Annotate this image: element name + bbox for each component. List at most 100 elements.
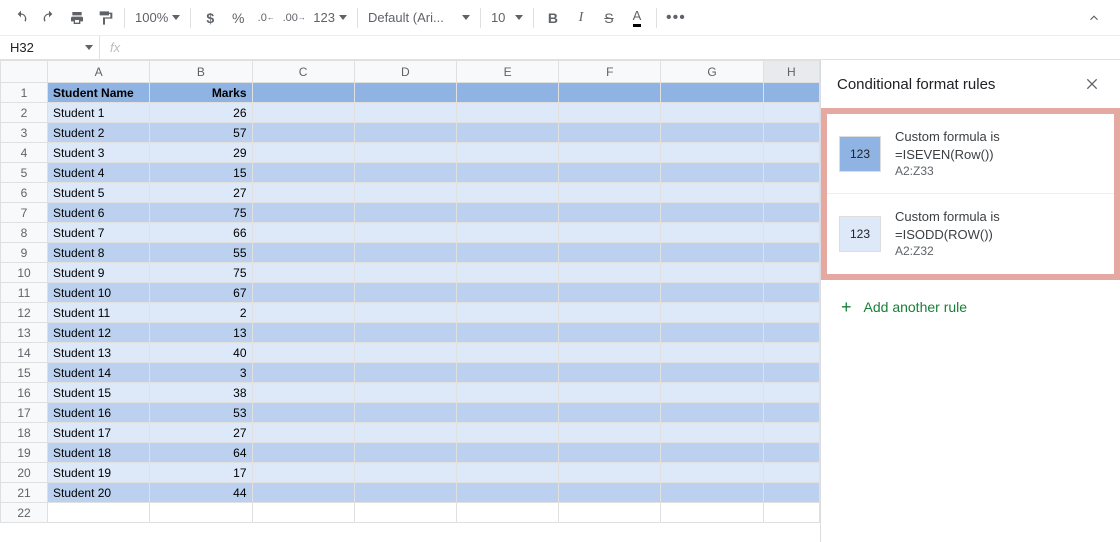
cell-B15[interactable]: 3 <box>150 363 252 383</box>
cell-E5[interactable] <box>456 163 558 183</box>
cell-E22[interactable] <box>456 503 558 523</box>
cell-E3[interactable] <box>456 123 558 143</box>
cell-G12[interactable] <box>661 303 763 323</box>
paint-format-button[interactable] <box>92 5 118 31</box>
cell-H17[interactable] <box>763 403 819 423</box>
cell-A5[interactable]: Student 4 <box>48 163 150 183</box>
cell-F12[interactable] <box>559 303 661 323</box>
cell-F21[interactable] <box>559 483 661 503</box>
more-button[interactable]: ••• <box>663 5 689 31</box>
cell-F14[interactable] <box>559 343 661 363</box>
text-color-button[interactable]: A <box>624 5 650 31</box>
cell-A20[interactable]: Student 19 <box>48 463 150 483</box>
cell-C19[interactable] <box>252 443 354 463</box>
cell-A13[interactable]: Student 12 <box>48 323 150 343</box>
cell-H8[interactable] <box>763 223 819 243</box>
cell-G2[interactable] <box>661 103 763 123</box>
cell-B19[interactable]: 64 <box>150 443 252 463</box>
cell-D7[interactable] <box>354 203 456 223</box>
cell-C21[interactable] <box>252 483 354 503</box>
cell-B1[interactable]: Marks <box>150 83 252 103</box>
collapse-toolbar-button[interactable] <box>1082 6 1106 30</box>
cell-G20[interactable] <box>661 463 763 483</box>
cell-B22[interactable] <box>150 503 252 523</box>
cell-C18[interactable] <box>252 423 354 443</box>
cell-D19[interactable] <box>354 443 456 463</box>
cell-E13[interactable] <box>456 323 558 343</box>
row-header-22[interactable]: 22 <box>1 503 48 523</box>
cell-C8[interactable] <box>252 223 354 243</box>
cell-E16[interactable] <box>456 383 558 403</box>
bold-button[interactable]: B <box>540 5 566 31</box>
cell-C3[interactable] <box>252 123 354 143</box>
cell-E1[interactable] <box>456 83 558 103</box>
cell-F3[interactable] <box>559 123 661 143</box>
cell-G4[interactable] <box>661 143 763 163</box>
cell-D2[interactable] <box>354 103 456 123</box>
cell-E9[interactable] <box>456 243 558 263</box>
row-header-19[interactable]: 19 <box>1 443 48 463</box>
row-header-8[interactable]: 8 <box>1 223 48 243</box>
cell-F5[interactable] <box>559 163 661 183</box>
cell-B14[interactable]: 40 <box>150 343 252 363</box>
undo-button[interactable] <box>8 5 34 31</box>
italic-button[interactable]: I <box>568 5 594 31</box>
row-header-20[interactable]: 20 <box>1 463 48 483</box>
cell-D18[interactable] <box>354 423 456 443</box>
column-header-D[interactable]: D <box>354 61 456 83</box>
format-rule-2[interactable]: 123 Custom formula is =ISODD(ROW()) A2:Z… <box>827 194 1114 273</box>
format-rule-1[interactable]: 123 Custom formula is =ISEVEN(Row()) A2:… <box>827 114 1114 194</box>
select-all-cell[interactable] <box>1 61 48 83</box>
row-header-3[interactable]: 3 <box>1 123 48 143</box>
cell-H18[interactable] <box>763 423 819 443</box>
cell-B16[interactable]: 38 <box>150 383 252 403</box>
cell-H20[interactable] <box>763 463 819 483</box>
cell-E15[interactable] <box>456 363 558 383</box>
cell-E14[interactable] <box>456 343 558 363</box>
font-dropdown[interactable]: Default (Ari... <box>364 10 474 25</box>
cell-H7[interactable] <box>763 203 819 223</box>
cell-F19[interactable] <box>559 443 661 463</box>
currency-button[interactable]: $ <box>197 5 223 31</box>
column-header-B[interactable]: B <box>150 61 252 83</box>
decrease-decimal-button[interactable]: .0← <box>253 5 279 31</box>
cell-E17[interactable] <box>456 403 558 423</box>
cell-F7[interactable] <box>559 203 661 223</box>
cell-A6[interactable]: Student 5 <box>48 183 150 203</box>
cell-E8[interactable] <box>456 223 558 243</box>
cell-G13[interactable] <box>661 323 763 343</box>
cell-A22[interactable] <box>48 503 150 523</box>
cell-D8[interactable] <box>354 223 456 243</box>
row-header-5[interactable]: 5 <box>1 163 48 183</box>
cell-F16[interactable] <box>559 383 661 403</box>
column-header-C[interactable]: C <box>252 61 354 83</box>
cell-E10[interactable] <box>456 263 558 283</box>
cell-C6[interactable] <box>252 183 354 203</box>
row-header-14[interactable]: 14 <box>1 343 48 363</box>
cell-D13[interactable] <box>354 323 456 343</box>
cell-A1[interactable]: Student Name <box>48 83 150 103</box>
cell-C15[interactable] <box>252 363 354 383</box>
cell-C1[interactable] <box>252 83 354 103</box>
cell-A7[interactable]: Student 6 <box>48 203 150 223</box>
cell-F9[interactable] <box>559 243 661 263</box>
cell-B6[interactable]: 27 <box>150 183 252 203</box>
cell-G6[interactable] <box>661 183 763 203</box>
zoom-dropdown[interactable]: 100% <box>131 10 184 25</box>
cell-H22[interactable] <box>763 503 819 523</box>
cell-D15[interactable] <box>354 363 456 383</box>
cell-D16[interactable] <box>354 383 456 403</box>
cell-E21[interactable] <box>456 483 558 503</box>
cell-B9[interactable]: 55 <box>150 243 252 263</box>
cell-C14[interactable] <box>252 343 354 363</box>
cell-B17[interactable]: 53 <box>150 403 252 423</box>
column-header-F[interactable]: F <box>559 61 661 83</box>
cell-G18[interactable] <box>661 423 763 443</box>
column-header-G[interactable]: G <box>661 61 763 83</box>
cell-H9[interactable] <box>763 243 819 263</box>
cell-A14[interactable]: Student 13 <box>48 343 150 363</box>
cell-G17[interactable] <box>661 403 763 423</box>
cell-C13[interactable] <box>252 323 354 343</box>
cell-H5[interactable] <box>763 163 819 183</box>
redo-button[interactable] <box>36 5 62 31</box>
